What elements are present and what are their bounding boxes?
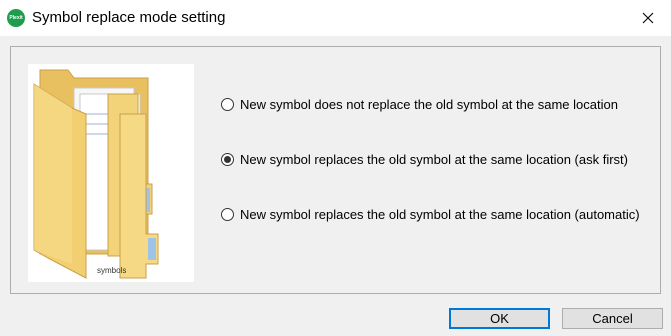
close-button[interactable] [625,0,671,36]
app-logo-icon: Plexit [7,9,25,27]
option-replace-auto[interactable]: New symbol replaces the old symbol at th… [221,205,640,223]
option-replace-auto-label: New symbol replaces the old symbol at th… [240,206,640,222]
folder-image: symbols [28,64,194,282]
radio-replace-ask[interactable] [221,152,234,166]
option-replace-ask[interactable]: New symbol replaces the old symbol at th… [221,150,628,168]
close-icon [642,12,654,24]
option-no-replace[interactable]: New symbol does not replace the old symb… [221,95,618,113]
ok-button[interactable]: OK [449,308,550,329]
title-bar: Plexit Symbol replace mode setting [0,0,671,36]
app-logo-text: Plexit [9,14,23,21]
radio-no-replace[interactable] [221,97,234,111]
options-group: symbols New symbol does not replace the … [10,46,661,294]
window-title: Symbol replace mode setting [32,9,226,26]
option-replace-ask-label: New symbol replaces the old symbol at th… [240,151,628,167]
radio-replace-auto[interactable] [221,207,234,221]
folder-caption: symbols [97,266,127,275]
folder-icon [33,69,159,279]
option-no-replace-label: New symbol does not replace the old symb… [240,96,618,112]
cancel-button[interactable]: Cancel [562,308,663,329]
